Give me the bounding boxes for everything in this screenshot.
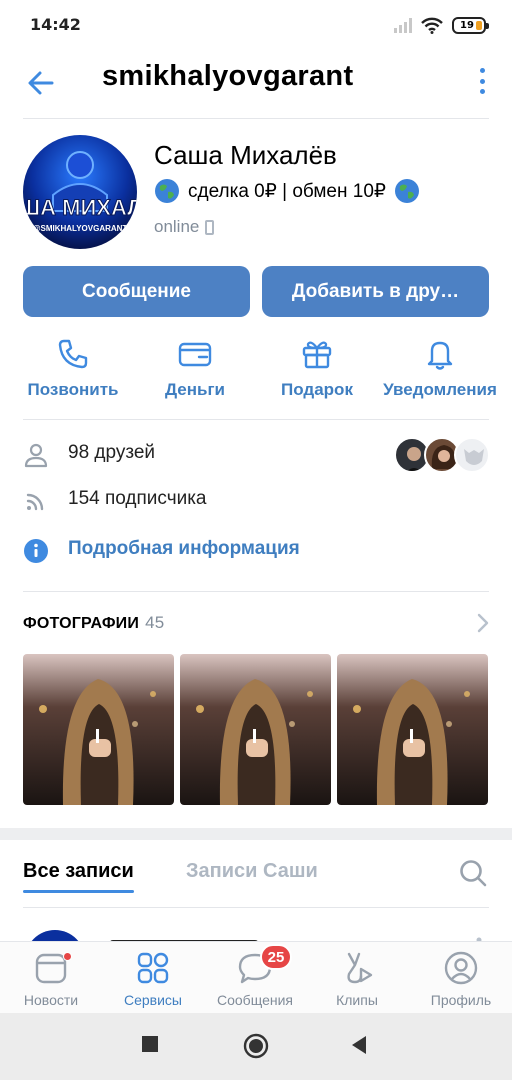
money-label: Деньги: [164, 380, 226, 399]
photos-header[interactable]: ФОТОГРАФИИ 45: [23, 613, 164, 633]
bottom-navigation: Новости Сервисы 25 Сообщения Клипы Профи…: [0, 941, 512, 1013]
notifications-label: Уведомления: [383, 380, 497, 399]
followers-count: 154 подписчика: [68, 488, 207, 509]
details-link[interactable]: Подробная информация: [68, 538, 300, 560]
followers-row[interactable]: 154 подписчика: [23, 488, 207, 514]
wifi-icon: [421, 17, 443, 34]
signal-icon: [394, 17, 412, 33]
profile-icon: [444, 951, 478, 985]
section-separator: [0, 828, 512, 840]
friend-avatar: [454, 437, 490, 473]
globe-emoji-icon: [155, 179, 179, 203]
photo-thumbnail[interactable]: [180, 654, 331, 805]
profile-actions: Позвонить Деньги Подарок Уведомления: [0, 336, 512, 408]
details-row[interactable]: Подробная информация: [23, 538, 300, 564]
back-arrow-icon[interactable]: [24, 66, 58, 100]
gift-icon: [302, 341, 332, 369]
system-navigation-bar: [0, 1013, 512, 1080]
avatar[interactable]: САША МИХАЛЁВ @SMIKHALYOVGARANT: [23, 135, 137, 249]
messages-badge: 25: [260, 944, 292, 970]
search-icon[interactable]: [458, 858, 488, 888]
status-bar: 14:42 19: [0, 0, 512, 52]
nav-services[interactable]: Сервисы: [102, 950, 204, 1008]
more-options-icon[interactable]: [472, 66, 492, 96]
add-friend-button[interactable]: Добавить в дру…: [262, 266, 489, 317]
money-action[interactable]: Деньги: [135, 336, 255, 400]
battery-level: 19: [460, 19, 474, 31]
nav-services-label: Сервисы: [123, 992, 182, 1008]
globe-emoji-icon: [395, 179, 419, 203]
profile-status: сделка 0₽ | обмен 10₽: [154, 178, 420, 204]
back-nav-icon[interactable]: [350, 1035, 368, 1055]
notifications-action[interactable]: Уведомления: [380, 336, 500, 400]
actions-divider: [23, 419, 489, 420]
news-unread-dot: [63, 952, 72, 961]
tab-all-posts[interactable]: Все записи: [23, 860, 134, 893]
status-icons: 19: [394, 14, 489, 36]
mobile-icon: [205, 219, 215, 235]
call-label: Позвонить: [27, 380, 119, 399]
money-icon: [178, 342, 212, 367]
bell-icon: [427, 341, 453, 370]
rss-icon: [26, 493, 44, 511]
chevron-right-icon[interactable]: [476, 612, 490, 634]
nav-messages[interactable]: 25 Сообщения: [204, 944, 306, 1008]
call-action[interactable]: Позвонить: [13, 336, 133, 400]
photos-count: 45: [145, 613, 165, 632]
tab-owner-posts[interactable]: Записи Саши: [186, 860, 318, 883]
nav-profile-label: Профиль: [430, 992, 492, 1008]
page-title: smikhalyovgarant: [102, 60, 354, 92]
profile-name: Саша Михалёв: [154, 140, 337, 170]
info-divider: [23, 591, 489, 592]
nav-news-label: Новости: [23, 992, 79, 1008]
message-button[interactable]: Сообщение: [23, 266, 250, 317]
header-divider: [23, 118, 489, 119]
photos-title: ФОТОГРАФИИ: [23, 615, 140, 632]
nav-clips[interactable]: Клипы: [306, 950, 408, 1008]
nav-clips-label: Клипы: [336, 992, 378, 1008]
wall-tabs: Все записи Записи Саши: [0, 848, 512, 908]
status-time: 14:42: [30, 15, 81, 34]
profile-header: smikhalyovgarant: [0, 52, 512, 118]
person-icon: [24, 443, 48, 468]
nav-news[interactable]: Новости: [0, 950, 102, 1008]
battery-icon: 19: [452, 16, 489, 34]
gift-action[interactable]: Подарок: [257, 336, 377, 400]
clips-icon: [347, 952, 373, 984]
nav-messages-label: Сообщения: [217, 992, 293, 1008]
phone-icon: [58, 339, 88, 369]
services-icon: [137, 952, 169, 984]
friends-count: 98 друзей: [68, 442, 156, 463]
avatar-title-text: САША МИХАЛЁВ: [23, 195, 137, 220]
friends-avatars[interactable]: [394, 437, 490, 473]
tabs-divider: [23, 907, 489, 908]
recent-apps-icon[interactable]: [141, 1035, 159, 1053]
home-icon[interactable]: [243, 1033, 269, 1059]
gift-label: Подарок: [281, 380, 353, 399]
photo-thumbnail[interactable]: [337, 654, 488, 805]
profile-status-text: сделка 0₽ | обмен 10₽: [188, 180, 386, 202]
online-text: online: [154, 217, 200, 236]
nav-profile[interactable]: Профиль: [410, 950, 512, 1008]
photo-thumbnail[interactable]: [23, 654, 174, 805]
friends-row[interactable]: 98 друзей: [23, 442, 155, 468]
online-status: online: [154, 217, 215, 237]
avatar-handle-text: @SMIKHALYOVGARANT: [33, 224, 128, 233]
info-icon: [24, 539, 48, 563]
